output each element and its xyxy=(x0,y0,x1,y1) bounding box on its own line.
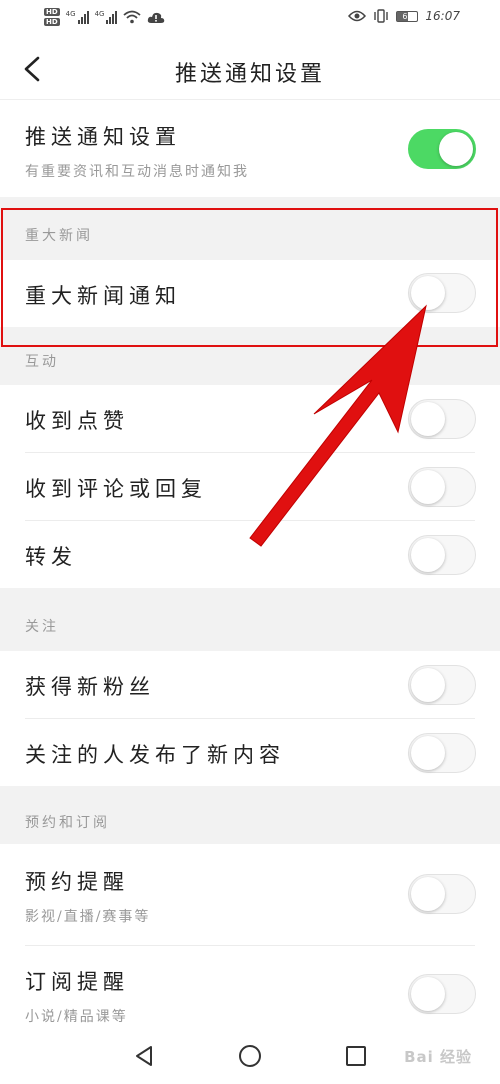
setting-row-subscription[interactable]: 订阅提醒 小说/精品课等 xyxy=(0,946,500,1028)
toggle-switch[interactable] xyxy=(408,874,476,914)
setting-row-followed-posts[interactable]: 关注的人发布了新内容 xyxy=(0,719,500,786)
setting-label: 订阅提醒 xyxy=(25,970,129,994)
toggle-knob xyxy=(411,668,445,702)
setting-subtitle: 小说/精品课等 xyxy=(25,1009,128,1025)
toggle-switch[interactable] xyxy=(408,974,476,1014)
signal-icon: 4G xyxy=(66,10,89,24)
home-circle-icon[interactable] xyxy=(238,1044,262,1068)
setting-row-forward[interactable]: 转发 xyxy=(0,521,500,588)
setting-label: 关注的人发布了新内容 xyxy=(25,743,285,767)
section-header-follow: 关注 xyxy=(0,588,500,651)
toggle-knob xyxy=(411,470,445,504)
cloud-icon xyxy=(148,12,165,23)
setting-row-major-news[interactable]: 重大新闻通知 xyxy=(0,260,500,327)
setting-label: 转发 xyxy=(25,545,77,569)
toggle-switch[interactable] xyxy=(408,273,476,313)
status-left: HD HD 4G 4G xyxy=(44,8,165,26)
eye-icon xyxy=(348,10,367,22)
status-bar: HD HD 4G 4G 65 16:07 xyxy=(0,0,500,38)
section-header-major-news: 重大新闻 xyxy=(0,197,500,260)
toggle-knob xyxy=(411,977,445,1011)
battery-icon: 65 xyxy=(396,10,419,22)
toggle-knob xyxy=(439,132,473,166)
toggle-knob xyxy=(411,736,445,770)
wifi-icon xyxy=(123,10,142,24)
hd-badge: HD xyxy=(44,8,60,16)
setting-subtitle: 有重要资讯和互动消息时通知我 xyxy=(25,164,249,180)
setting-row-push-master[interactable]: 推送通知设置 有重要资讯和互动消息时通知我 xyxy=(0,101,500,197)
setting-label: 收到评论或回复 xyxy=(25,477,207,501)
section-title: 重大新闻 xyxy=(25,228,93,244)
setting-row-new-followers[interactable]: 获得新粉丝 xyxy=(0,651,500,718)
setting-row-reservation[interactable]: 预约提醒 影视/直播/赛事等 xyxy=(0,844,500,945)
toggle-switch[interactable] xyxy=(408,129,476,169)
toggle-knob xyxy=(411,877,445,911)
setting-label: 推送通知设置 xyxy=(25,125,181,149)
toggle-switch[interactable] xyxy=(408,467,476,507)
section-header-subscribe: 预约和订阅 xyxy=(0,786,500,844)
toggle-knob xyxy=(411,402,445,436)
toggle-knob xyxy=(411,276,445,310)
toggle-switch[interactable] xyxy=(408,733,476,773)
section-title: 预约和订阅 xyxy=(25,815,110,831)
setting-row-likes[interactable]: 收到点赞 xyxy=(0,385,500,452)
top-nav-bar: 推送通知设置 xyxy=(0,38,500,100)
status-right: 65 16:07 xyxy=(348,9,460,23)
battery-level: 65 xyxy=(402,11,413,21)
toggle-switch[interactable] xyxy=(408,665,476,705)
toggle-knob xyxy=(411,538,445,572)
vibrate-icon xyxy=(374,9,389,23)
setting-label: 预约提醒 xyxy=(25,870,129,894)
toggle-switch[interactable] xyxy=(408,535,476,575)
hd-badge: HD xyxy=(44,18,60,26)
setting-subtitle: 影视/直播/赛事等 xyxy=(25,909,151,925)
toggle-switch[interactable] xyxy=(408,399,476,439)
setting-label: 获得新粉丝 xyxy=(25,675,155,699)
signal-icon: 4G xyxy=(95,10,118,24)
setting-row-comments[interactable]: 收到评论或回复 xyxy=(0,453,500,520)
section-title: 互动 xyxy=(25,354,59,370)
setting-label: 收到点赞 xyxy=(25,409,129,433)
back-triangle-icon[interactable] xyxy=(132,1044,156,1068)
section-header-interaction: 互动 xyxy=(0,327,500,385)
clock: 16:07 xyxy=(425,9,460,23)
setting-label: 重大新闻通知 xyxy=(25,284,181,308)
watermark: Bai 经验 xyxy=(404,1048,472,1066)
section-title: 关注 xyxy=(25,619,59,635)
recents-square-icon[interactable] xyxy=(344,1044,368,1068)
page-title: 推送通知设置 xyxy=(174,62,325,87)
system-nav-bar: Bai 经验 xyxy=(0,1028,500,1084)
